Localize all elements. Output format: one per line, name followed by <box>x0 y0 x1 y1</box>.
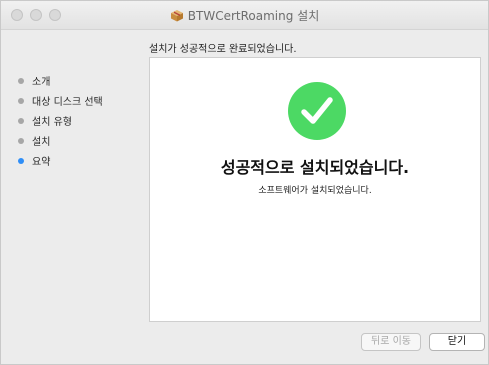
title-bar: BTWCertRoaming 설치 <box>1 1 488 30</box>
step-dot <box>18 78 24 84</box>
step-dot <box>18 138 24 144</box>
step-dot <box>18 98 24 104</box>
close-button[interactable]: 닫기 <box>429 333 485 351</box>
content-panel: 성공적으로 설치되었습니다. 소프트웨어가 설치되었습니다. <box>149 57 481 322</box>
step-dot <box>18 118 24 124</box>
status-subtitle: 설치가 성공적으로 완료되었습니다. <box>149 44 297 55</box>
checkmark-circle-icon <box>288 82 346 140</box>
step-label: 설치 유형 <box>32 117 72 128</box>
step-label: 소개 <box>32 77 51 88</box>
step-label: 요약 <box>32 157 51 168</box>
success-description: 소프트웨어가 설치되었습니다. <box>258 186 372 196</box>
step-label: 설치 <box>32 137 51 148</box>
step-label: 대상 디스크 선택 <box>32 97 103 108</box>
installer-window: BTWCertRoaming 설치 설치가 성공적으로 완료되었습니다. 소개 … <box>0 0 489 365</box>
package-icon <box>170 9 184 25</box>
active-step-dot <box>18 158 24 164</box>
back-button[interactable]: 뒤로 이동 <box>361 333 421 351</box>
success-headline: 성공적으로 설치되었습니다. <box>220 158 410 177</box>
window-title: BTWCertRoaming 설치 <box>187 9 320 23</box>
window-title-group: BTWCertRoaming 설치 <box>1 7 488 25</box>
